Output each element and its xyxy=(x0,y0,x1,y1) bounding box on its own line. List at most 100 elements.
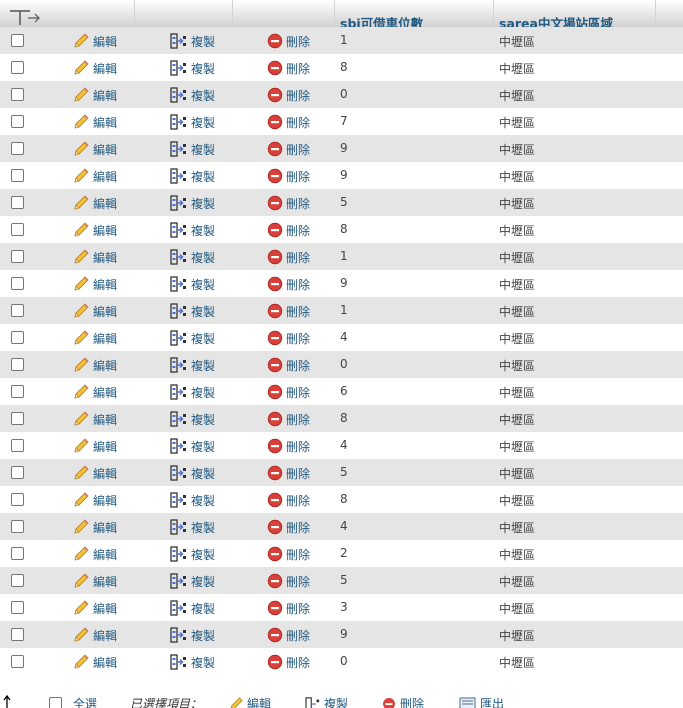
row-checkbox[interactable] xyxy=(11,61,24,74)
select-all-checkbox[interactable] xyxy=(49,697,62,708)
copy-link[interactable]: 複製 xyxy=(170,627,215,643)
copy-link[interactable]: 複製 xyxy=(170,168,215,184)
edit-link[interactable]: 編輯 xyxy=(72,276,117,292)
edit-link[interactable]: 編輯 xyxy=(72,87,117,103)
delete-link[interactable]: 刪除 xyxy=(267,519,310,535)
edit-link[interactable]: 編輯 xyxy=(72,573,117,589)
copy-link[interactable]: 複製 xyxy=(170,87,215,103)
row-checkbox[interactable] xyxy=(11,115,24,128)
copy-link[interactable]: 複製 xyxy=(170,114,215,130)
delete-link[interactable]: 刪除 xyxy=(267,600,310,616)
copy-link[interactable]: 複製 xyxy=(170,141,215,157)
column-sort-icon[interactable] xyxy=(8,8,42,26)
delete-link[interactable]: 刪除 xyxy=(267,627,310,643)
edit-link[interactable]: 編輯 xyxy=(72,141,117,157)
copy-link[interactable]: 複製 xyxy=(170,411,215,427)
bulk-edit-button[interactable]: 編輯 xyxy=(228,695,271,708)
delete-link[interactable]: 刪除 xyxy=(267,249,310,265)
delete-link[interactable]: 刪除 xyxy=(267,546,310,562)
row-checkbox[interactable] xyxy=(11,277,24,290)
edit-link[interactable]: 編輯 xyxy=(72,114,117,130)
copy-link[interactable]: 複製 xyxy=(170,600,215,616)
row-checkbox[interactable] xyxy=(11,601,24,614)
copy-link[interactable]: 複製 xyxy=(170,249,215,265)
copy-link[interactable]: 複製 xyxy=(170,438,215,454)
row-checkbox[interactable] xyxy=(11,385,24,398)
copy-link[interactable]: 複製 xyxy=(170,357,215,373)
edit-link[interactable]: 編輯 xyxy=(72,654,117,670)
row-checkbox[interactable] xyxy=(11,358,24,371)
row-checkbox[interactable] xyxy=(11,169,24,182)
edit-link[interactable]: 編輯 xyxy=(72,60,117,76)
delete-link[interactable]: 刪除 xyxy=(267,492,310,508)
copy-link[interactable]: 複製 xyxy=(170,546,215,562)
edit-link[interactable]: 編輯 xyxy=(72,222,117,238)
select-all-label[interactable]: 全選 xyxy=(73,695,97,708)
copy-link[interactable]: 複製 xyxy=(170,60,215,76)
edit-link[interactable]: 編輯 xyxy=(72,411,117,427)
bulk-export-button[interactable]: 匯出 xyxy=(459,695,504,708)
row-checkbox[interactable] xyxy=(11,412,24,425)
delete-link[interactable]: 刪除 xyxy=(267,114,310,130)
copy-link[interactable]: 複製 xyxy=(170,33,215,49)
delete-link[interactable]: 刪除 xyxy=(267,87,310,103)
copy-link[interactable]: 複製 xyxy=(170,195,215,211)
row-checkbox[interactable] xyxy=(11,34,24,47)
delete-link[interactable]: 刪除 xyxy=(267,438,310,454)
row-checkbox[interactable] xyxy=(11,196,24,209)
copy-link[interactable]: 複製 xyxy=(170,465,215,481)
delete-link[interactable]: 刪除 xyxy=(267,276,310,292)
edit-link[interactable]: 編輯 xyxy=(72,168,117,184)
edit-link[interactable]: 編輯 xyxy=(72,384,117,400)
delete-link[interactable]: 刪除 xyxy=(267,411,310,427)
delete-link[interactable]: 刪除 xyxy=(267,357,310,373)
edit-link[interactable]: 編輯 xyxy=(72,249,117,265)
delete-link[interactable]: 刪除 xyxy=(267,168,310,184)
edit-link[interactable]: 編輯 xyxy=(72,519,117,535)
bulk-copy-button[interactable]: 複製 xyxy=(305,695,348,708)
delete-link[interactable]: 刪除 xyxy=(267,141,310,157)
edit-link[interactable]: 編輯 xyxy=(72,492,117,508)
row-checkbox[interactable] xyxy=(11,304,24,317)
row-checkbox[interactable] xyxy=(11,520,24,533)
row-checkbox[interactable] xyxy=(11,466,24,479)
delete-link[interactable]: 刪除 xyxy=(267,222,310,238)
copy-link[interactable]: 複製 xyxy=(170,384,215,400)
copy-link[interactable]: 複製 xyxy=(170,573,215,589)
edit-link[interactable]: 編輯 xyxy=(72,465,117,481)
edit-link[interactable]: 編輯 xyxy=(72,600,117,616)
copy-link[interactable]: 複製 xyxy=(170,276,215,292)
edit-link[interactable]: 編輯 xyxy=(72,357,117,373)
row-checkbox[interactable] xyxy=(11,142,24,155)
edit-link[interactable]: 編輯 xyxy=(72,627,117,643)
row-checkbox[interactable] xyxy=(11,628,24,641)
edit-link[interactable]: 編輯 xyxy=(72,195,117,211)
delete-link[interactable]: 刪除 xyxy=(267,654,310,670)
copy-link[interactable]: 複製 xyxy=(170,654,215,670)
row-checkbox[interactable] xyxy=(11,250,24,263)
edit-link[interactable]: 編輯 xyxy=(72,438,117,454)
row-checkbox[interactable] xyxy=(11,223,24,236)
row-checkbox[interactable] xyxy=(11,493,24,506)
bulk-delete-button[interactable]: 刪除 xyxy=(382,695,424,708)
row-checkbox[interactable] xyxy=(11,547,24,560)
row-checkbox[interactable] xyxy=(11,331,24,344)
delete-link[interactable]: 刪除 xyxy=(267,195,310,211)
delete-link[interactable]: 刪除 xyxy=(267,303,310,319)
row-checkbox[interactable] xyxy=(11,655,24,668)
copy-link[interactable]: 複製 xyxy=(170,303,215,319)
delete-link[interactable]: 刪除 xyxy=(267,573,310,589)
delete-link[interactable]: 刪除 xyxy=(267,330,310,346)
copy-link[interactable]: 複製 xyxy=(170,330,215,346)
row-checkbox[interactable] xyxy=(11,439,24,452)
copy-link[interactable]: 複製 xyxy=(170,519,215,535)
edit-link[interactable]: 編輯 xyxy=(72,33,117,49)
delete-link[interactable]: 刪除 xyxy=(267,33,310,49)
delete-link[interactable]: 刪除 xyxy=(267,384,310,400)
copy-link[interactable]: 複製 xyxy=(170,492,215,508)
row-checkbox[interactable] xyxy=(11,574,24,587)
delete-link[interactable]: 刪除 xyxy=(267,60,310,76)
row-checkbox[interactable] xyxy=(11,88,24,101)
edit-link[interactable]: 編輯 xyxy=(72,546,117,562)
delete-link[interactable]: 刪除 xyxy=(267,465,310,481)
